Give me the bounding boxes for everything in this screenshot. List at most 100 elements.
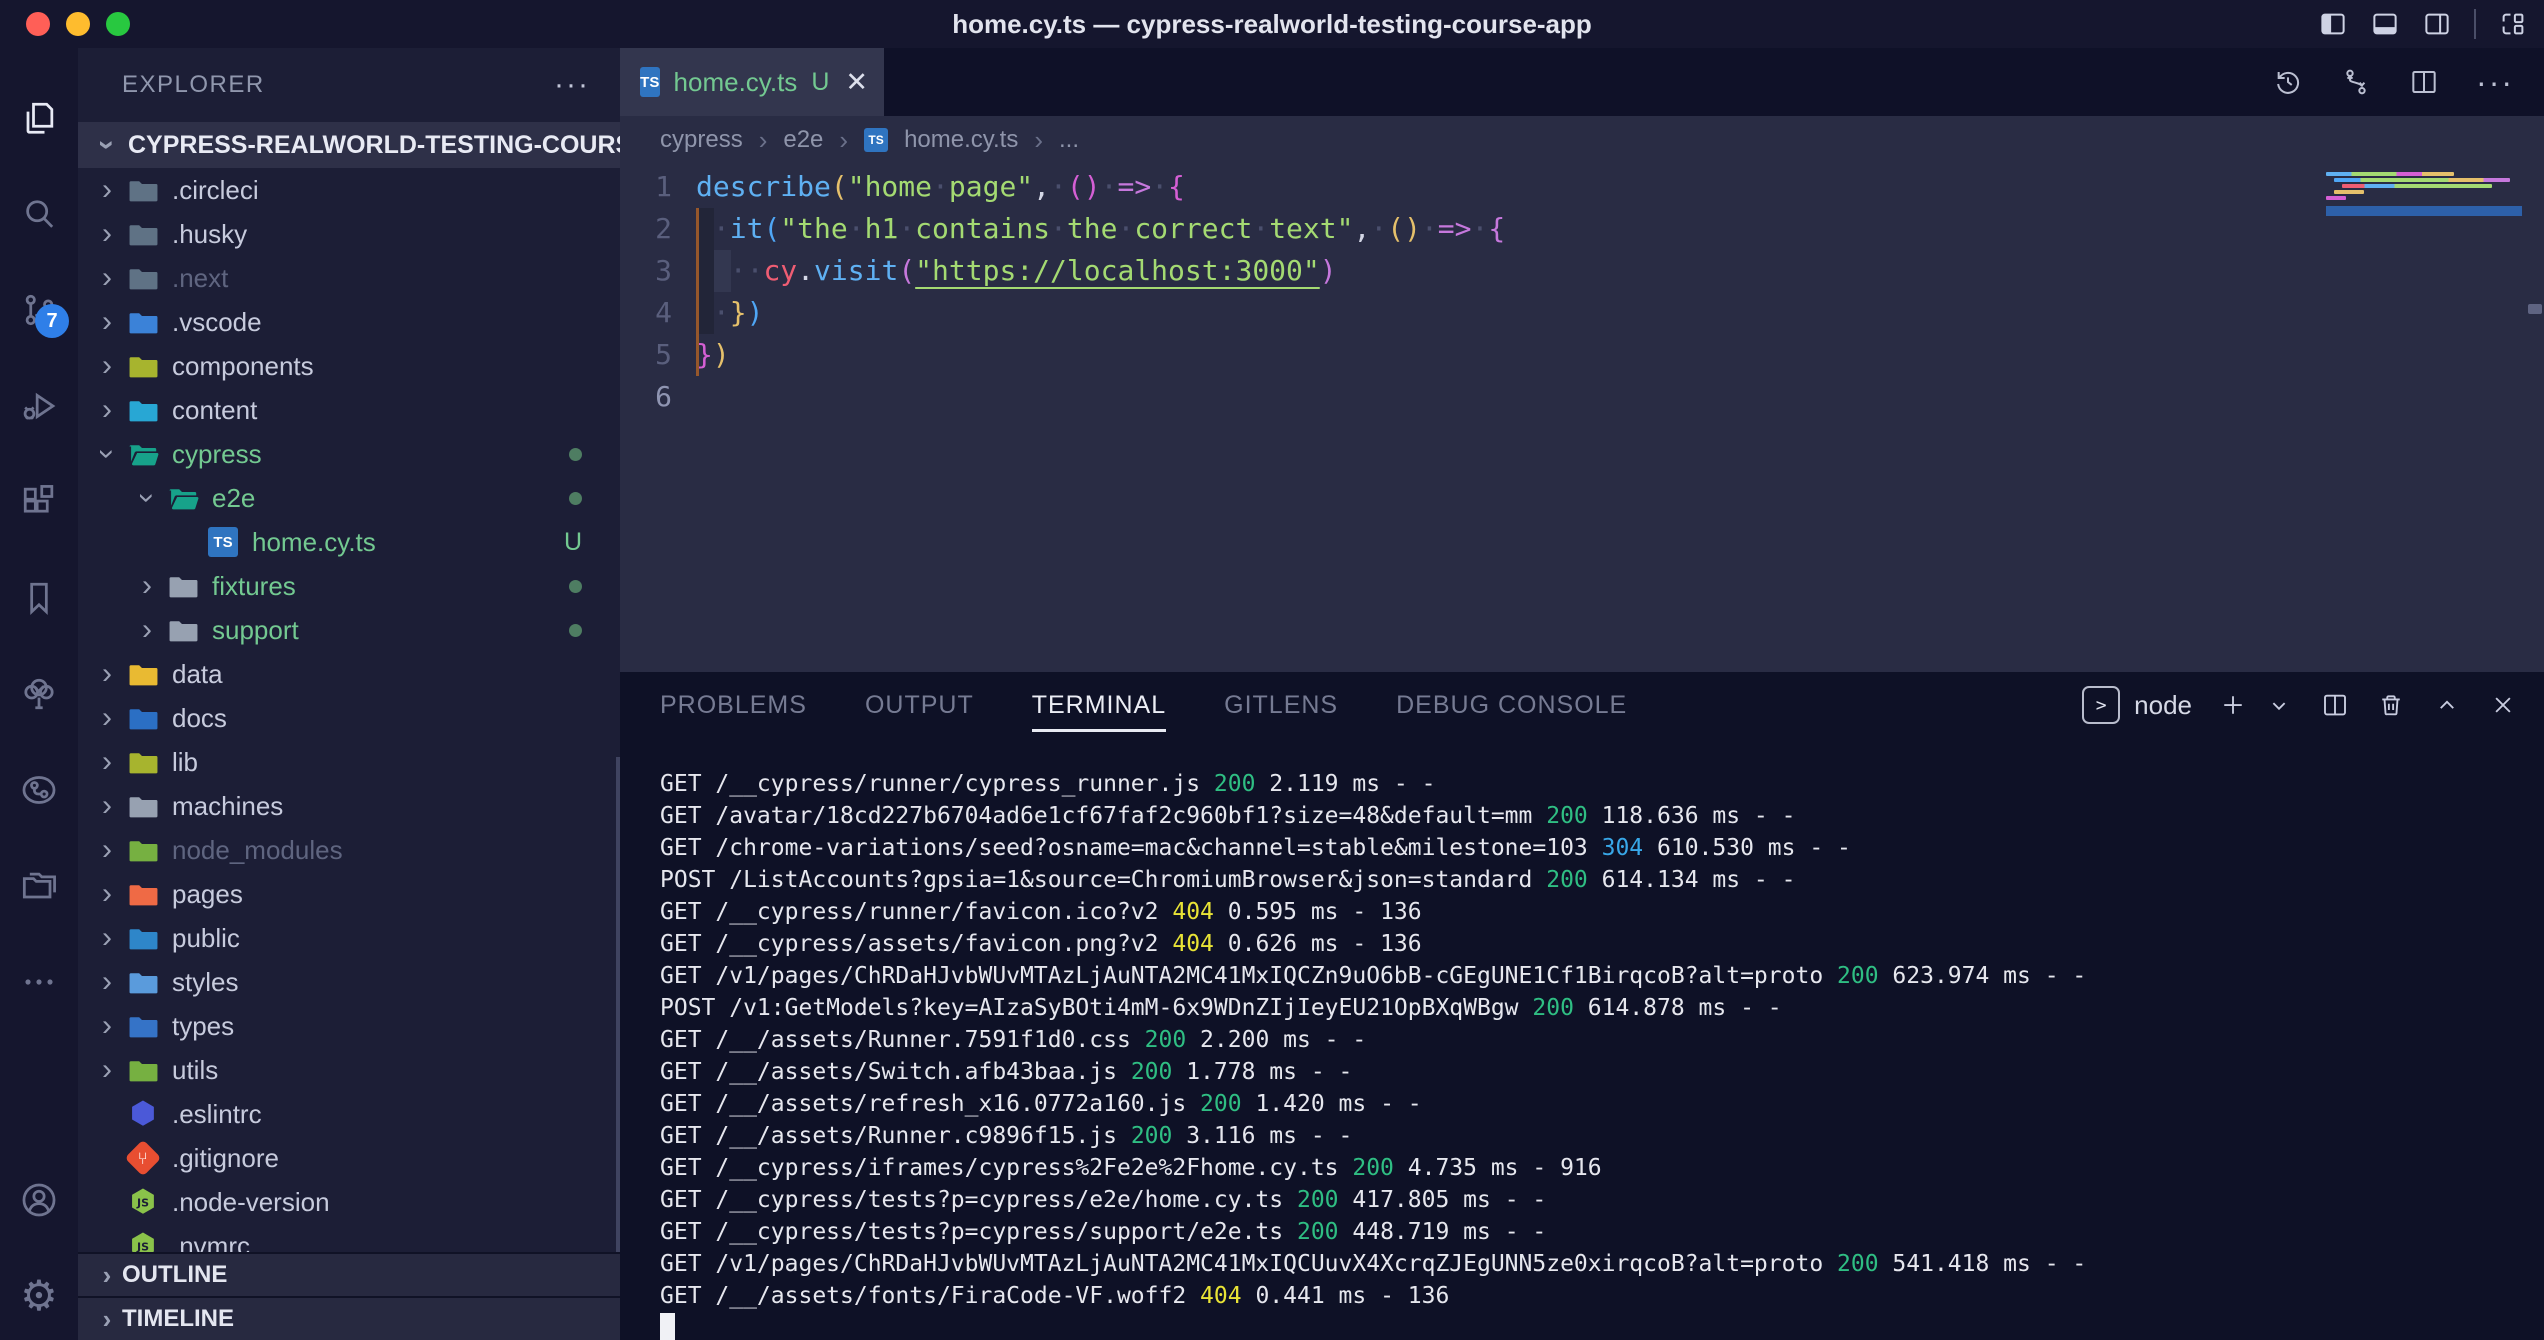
tree-item-types[interactable]: ›types [78, 1004, 620, 1048]
terminal-text: 200 [1214, 771, 1256, 797]
tree-item-label: docs [172, 703, 227, 734]
tree-item--gitignore[interactable]: ›⑂.gitignore [78, 1136, 620, 1180]
tree-item-support[interactable]: ›support [78, 608, 620, 652]
tree-item-cypress[interactable]: ›cypress [78, 432, 620, 476]
terminal-text: GET /__cypress/tests?p=cypress/e2e/home.… [660, 1187, 1297, 1213]
tree-item--next[interactable]: ›.next [78, 256, 620, 300]
toggle-sidebar-icon[interactable] [2318, 9, 2348, 39]
more-views-icon[interactable] [17, 960, 61, 1004]
tree-item--node-version[interactable]: ›⬢JS.node-version [78, 1180, 620, 1224]
sidebar-section-outline[interactable]: ›OUTLINE [78, 1252, 620, 1296]
close-tab-icon[interactable]: ✕ [845, 67, 868, 98]
account-icon[interactable] [17, 1178, 61, 1222]
minimize-window-button[interactable] [66, 12, 90, 36]
terminal-dropdown-icon[interactable] [2264, 690, 2294, 720]
tree-item--circleci[interactable]: ›.circleci [78, 168, 620, 212]
code-token: , [1354, 212, 1371, 245]
terminal-text: 1.778 ms - - [1172, 1059, 1352, 1085]
run-and-debug-icon[interactable] [17, 384, 61, 428]
minimap[interactable] [2326, 172, 2522, 202]
new-terminal-icon[interactable] [2218, 690, 2248, 720]
tree-item-public[interactable]: ›public [78, 916, 620, 960]
split-editor-icon[interactable] [2408, 66, 2440, 98]
maximize-panel-icon[interactable] [2432, 690, 2462, 720]
kill-terminal-icon[interactable] [2376, 690, 2406, 720]
folder-open-icon [166, 486, 200, 511]
toggle-secondary-sidebar-icon[interactable] [2422, 9, 2452, 39]
indent-highlight [714, 250, 731, 292]
project-manager-icon[interactable] [17, 864, 61, 908]
project-root-row[interactable]: › CYPRESS-REALWORLD-TESTING-COURS... [78, 122, 620, 168]
tree-item--husky[interactable]: ›.husky [78, 212, 620, 256]
panel-tab-terminal[interactable]: TERMINAL [1032, 672, 1166, 738]
close-panel-icon[interactable] [2488, 690, 2518, 720]
panel-tab-problems[interactable]: PROBLEMS [660, 672, 807, 738]
breadcrumb-item[interactable]: ... [1059, 126, 1079, 154]
terminal-text: GET /__/assets/Runner.c9896f15.js [660, 1123, 1131, 1149]
tree-item-data[interactable]: ›data [78, 652, 620, 696]
gitlens-icon[interactable] [17, 768, 61, 812]
breadcrumb-item[interactable]: home.cy.ts [904, 126, 1018, 154]
terminal-line: GET /__/assets/fonts/FiraCode-VF.woff2 4… [660, 1280, 2544, 1312]
panel-tab-gitlens[interactable]: GITLENS [1224, 672, 1338, 738]
tree-item--eslintrc[interactable]: ›⬢.eslintrc [78, 1092, 620, 1136]
tree-item-machines[interactable]: ›machines [78, 784, 620, 828]
customize-layout-icon[interactable] [2498, 9, 2528, 39]
sidebar-section-label: TIMELINE [122, 1305, 234, 1333]
code-token: · [848, 212, 865, 245]
tree-item-label: lib [172, 747, 198, 778]
sidebar-bottom-sections: ›OUTLINE›TIMELINE [78, 1252, 620, 1340]
local-history-icon[interactable] [2272, 66, 2304, 98]
toggle-panel-icon[interactable] [2370, 9, 2400, 39]
tree-item-utils[interactable]: ›utils [78, 1048, 620, 1092]
tree-item-e2e[interactable]: ›e2e [78, 476, 620, 520]
tab-home-cy-ts[interactable]: TS home.cy.ts U ✕ [620, 48, 884, 116]
active-indent-guide [696, 208, 699, 376]
folder-icon [166, 574, 200, 599]
terminal-output[interactable]: GET /__cypress/runner/cypress_runner.js … [620, 738, 2544, 1340]
panel-tab-output[interactable]: OUTPUT [865, 672, 974, 738]
tree-item-styles[interactable]: ›styles [78, 960, 620, 1004]
settings-gear-icon[interactable]: ⚙ [17, 1274, 61, 1318]
source-control-icon[interactable]: 7 [17, 288, 61, 332]
tree-item-components[interactable]: ›components [78, 344, 620, 388]
tree-item-pages[interactable]: ›pages [78, 872, 620, 916]
panel-tab-debug-console[interactable]: DEBUG CONSOLE [1396, 672, 1627, 738]
sidebar-section-timeline[interactable]: ›TIMELINE [78, 1296, 620, 1340]
code-line: 4··}) [620, 292, 2544, 334]
zoom-window-button[interactable] [106, 12, 130, 36]
tree-item--vscode[interactable]: ›.vscode [78, 300, 620, 344]
extensions-icon[interactable] [17, 480, 61, 524]
search-icon[interactable] [17, 192, 61, 236]
tree-item-home-cy-ts[interactable]: ›TShome.cy.tsU [78, 520, 620, 564]
close-window-button[interactable] [26, 12, 50, 36]
tree-item-label: .vscode [172, 307, 262, 338]
titlebar: home.cy.ts — cypress-realworld-testing-c… [0, 0, 2544, 48]
test-tree-icon[interactable] [17, 672, 61, 716]
chevron-right-icon: › [92, 835, 122, 865]
breadcrumb-item[interactable]: cypress [660, 126, 743, 154]
code-token: . [797, 254, 814, 287]
explorer-icon[interactable] [17, 96, 61, 140]
code-token: · [1050, 212, 1067, 245]
explorer-more-actions-icon[interactable]: ··· [554, 68, 590, 102]
terminal-text: 3.116 ms - - [1172, 1123, 1352, 1149]
tree-item-node-modules[interactable]: ›node_modules [78, 828, 620, 872]
tree-item-fixtures[interactable]: ›fixtures [78, 564, 620, 608]
tree-item-docs[interactable]: ›docs [78, 696, 620, 740]
code-line: 5}) [620, 334, 2544, 376]
terminal-text: 200 [1546, 867, 1588, 893]
tree-item-content[interactable]: ›content [78, 388, 620, 432]
editor-more-actions-icon[interactable]: ··· [2476, 64, 2514, 101]
breadcrumb-item[interactable]: e2e [783, 126, 823, 154]
code-token: () [1387, 212, 1421, 245]
code-editor[interactable]: 1describe("home·page",·()·=>·{2··it("the… [620, 164, 2544, 672]
editor-scrollbar[interactable] [2528, 304, 2542, 314]
tree-item-label: .eslintrc [172, 1099, 262, 1130]
open-changes-icon[interactable] [2340, 66, 2372, 98]
activity-bar: 7 [0, 48, 78, 1340]
split-terminal-icon[interactable] [2320, 690, 2350, 720]
tree-item-lib[interactable]: ›lib [78, 740, 620, 784]
bookmarks-icon[interactable] [17, 576, 61, 620]
folder-icon [126, 750, 160, 775]
